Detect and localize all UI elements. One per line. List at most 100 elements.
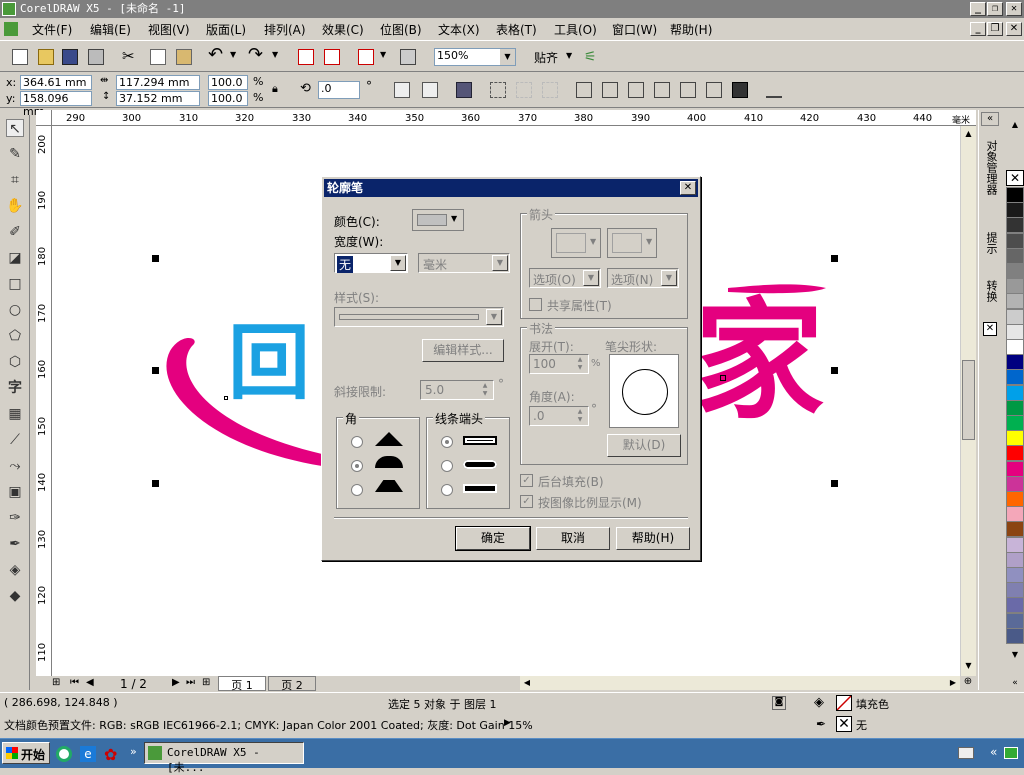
palette-swatch[interactable]	[1006, 430, 1024, 447]
palette-swatch[interactable]	[1006, 612, 1024, 629]
interactive-fill-icon[interactable]: ◆	[6, 587, 24, 605]
outline-none-swatch[interactable]: ✕	[836, 716, 852, 732]
docker-tab-transform[interactable]: 转换	[983, 280, 999, 302]
horizontal-scrollbar[interactable]: ◀ ▶	[520, 676, 960, 690]
palette-swatch[interactable]	[1006, 567, 1024, 583]
selection-handle[interactable]	[152, 367, 159, 374]
selection-handle[interactable]	[831, 255, 838, 262]
palette-swatch[interactable]	[1006, 369, 1024, 386]
fill-none-swatch[interactable]	[836, 695, 852, 711]
fill-tool-icon[interactable]: ◈	[6, 561, 24, 579]
palette-swatch[interactable]	[1006, 308, 1024, 325]
palette-swatch[interactable]	[1006, 384, 1024, 401]
cancel-button[interactable]: 取消	[536, 527, 610, 550]
combine-icon[interactable]	[490, 82, 506, 98]
docker-tab-hints[interactable]: 提示	[983, 232, 999, 254]
save-icon[interactable]	[62, 49, 78, 65]
pick-tool-icon[interactable]: ↖	[6, 119, 24, 137]
palette-swatch[interactable]	[1006, 415, 1024, 431]
undo-dropdown-icon[interactable]: ▼	[230, 50, 246, 66]
selection-handle[interactable]	[831, 480, 838, 487]
simplify-icon[interactable]	[654, 82, 670, 98]
character-jia[interactable]: 家	[694, 286, 824, 436]
palette-swatch[interactable]	[1006, 445, 1024, 462]
zoom-dropdown-icon[interactable]: ▼	[500, 49, 515, 65]
y-position-input[interactable]: 158.096 mm	[20, 91, 92, 118]
align-distribute-icon[interactable]	[766, 82, 782, 98]
last-page-icon[interactable]: ⏭	[186, 677, 195, 688]
palette-swatch[interactable]	[1006, 399, 1024, 416]
keyboard-tray-icon[interactable]	[958, 747, 974, 759]
palette-expand-icon[interactable]: «	[1006, 676, 1024, 690]
print-icon[interactable]	[88, 49, 104, 65]
palette-swatch[interactable]	[1006, 627, 1024, 644]
publish-dropdown-icon[interactable]: ▼	[380, 50, 396, 66]
x-position-input[interactable]: 364.61 mm	[20, 75, 92, 90]
color-picker-button[interactable]: ▼	[412, 209, 464, 231]
cap-round-radio[interactable]	[441, 460, 453, 472]
palette-scroll-up-icon[interactable]: ▲	[1006, 118, 1024, 132]
palette-swatch[interactable]	[1006, 536, 1024, 553]
menu-effects[interactable]: 效果(C)	[322, 21, 364, 38]
horizontal-ruler[interactable]: 290 300 310 320 330 340 350 360 370 380 …	[52, 110, 976, 126]
menu-edit[interactable]: 编辑(E)	[90, 21, 131, 38]
scroll-left-icon[interactable]: ◀	[520, 676, 534, 690]
palette-swatch[interactable]	[1006, 521, 1024, 538]
add-page-after-icon[interactable]: ⊞	[202, 677, 210, 688]
palette-scroll-down-icon[interactable]: ▼	[1006, 648, 1024, 662]
width-dropdown-icon[interactable]: ▼	[390, 255, 406, 271]
zoom-navigator-icon[interactable]: ⊕	[960, 676, 976, 690]
shadow-tool-icon[interactable]: ▣	[6, 483, 24, 501]
palette-swatch[interactable]	[1006, 460, 1024, 477]
snapshot-icon[interactable]: ◙	[772, 696, 786, 710]
polygon-tool-icon[interactable]: ⬠	[6, 327, 24, 345]
corner-bevel-radio[interactable]	[351, 484, 363, 496]
quicklaunch-browser-icon[interactable]	[56, 746, 72, 762]
ok-button[interactable]: 确定	[455, 526, 531, 551]
palette-swatch[interactable]	[1006, 232, 1024, 249]
menu-view[interactable]: 视图(V)	[148, 21, 190, 38]
freehand-tool-icon[interactable]: ✐	[6, 223, 24, 241]
ellipse-tool-icon[interactable]: ○	[6, 301, 24, 319]
shape-tool-icon[interactable]: ✎	[6, 145, 24, 163]
weld-icon[interactable]	[576, 82, 592, 98]
palette-swatch[interactable]	[1006, 339, 1024, 355]
object-height-input[interactable]: 37.152 mm	[116, 91, 200, 106]
scroll-up-icon[interactable]: ▲	[961, 126, 976, 142]
snap-to-label[interactable]: 贴齐	[534, 49, 558, 66]
dialog-close-button[interactable]: ✕	[680, 181, 696, 195]
palette-swatch[interactable]	[1006, 354, 1024, 371]
scroll-right-icon[interactable]: ▶	[946, 676, 960, 690]
open-icon[interactable]	[38, 49, 54, 65]
selection-handle[interactable]	[152, 480, 159, 487]
page-tab-1[interactable]: 页 1	[218, 676, 266, 692]
lock-ratio-icon[interactable]: 🔒︎	[272, 82, 288, 98]
palette-swatch[interactable]	[1006, 278, 1024, 295]
vertical-scrollbar[interactable]: ▲ ▼	[960, 126, 976, 676]
pan-tool-icon[interactable]: ✋	[6, 197, 24, 215]
no-color-swatch[interactable]: ✕	[1006, 170, 1024, 186]
paste-icon[interactable]	[176, 49, 192, 65]
menu-table[interactable]: 表格(T)	[496, 21, 537, 38]
mirror-horizontal-icon[interactable]	[394, 82, 410, 98]
palette-swatch[interactable]	[1006, 187, 1024, 203]
palette-swatch[interactable]	[1006, 597, 1024, 614]
palette-swatch[interactable]	[1006, 506, 1024, 523]
palette-swatch[interactable]	[1006, 247, 1024, 264]
palette-swatch[interactable]	[1006, 582, 1024, 599]
docker-close-icon[interactable]: ✕	[983, 322, 997, 336]
cap-square-radio[interactable]	[441, 484, 453, 496]
next-page-icon[interactable]: ▶	[172, 677, 180, 688]
create-boundary-icon[interactable]	[732, 82, 748, 98]
add-page-before-icon[interactable]: ⊞	[52, 677, 60, 688]
prev-page-icon[interactable]: ◀	[86, 677, 94, 688]
palette-swatch[interactable]	[1006, 323, 1024, 340]
intersect-icon[interactable]	[628, 82, 644, 98]
cap-butt-radio[interactable]	[441, 436, 453, 448]
corner-miter-radio[interactable]	[351, 436, 363, 448]
quicklaunch-expand-icon[interactable]: »	[130, 745, 137, 758]
menu-text[interactable]: 文本(X)	[438, 21, 480, 38]
menu-arrange[interactable]: 排列(A)	[264, 21, 306, 38]
menu-tools[interactable]: 工具(O)	[554, 21, 597, 38]
selection-handle[interactable]	[152, 255, 159, 262]
